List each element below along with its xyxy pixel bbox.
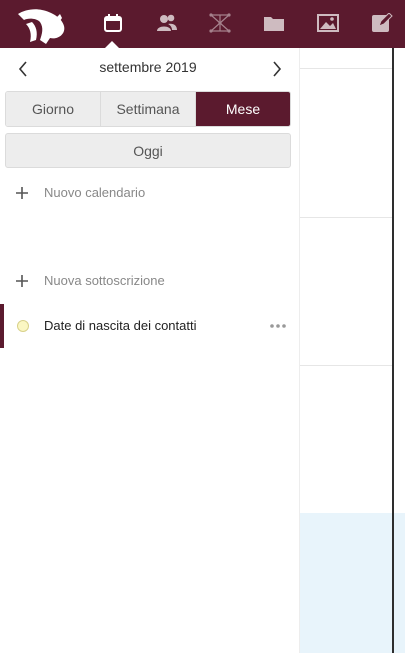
network-icon[interactable] [207,10,233,36]
plus-icon [16,275,28,287]
plus-icon [16,187,28,199]
calendar-color-dot[interactable] [17,320,29,332]
files-icon[interactable] [261,10,287,36]
calendar-icon[interactable] [100,10,126,36]
new-calendar-button[interactable]: Nuovo calendario [0,178,300,208]
today-button[interactable]: Oggi [5,133,291,168]
logo-icon[interactable] [14,4,70,46]
view-week-button[interactable]: Settimana [101,92,196,126]
grid-line [300,217,392,218]
top-bar [0,0,405,48]
app-navigation: settembre 2019 Giorno Settimana Mese Ogg… [0,48,300,653]
new-calendar-label: Nuovo calendario [44,185,146,200]
today-cell-highlight[interactable] [300,513,392,653]
current-month-label[interactable]: settembre 2019 [60,59,236,75]
more-icon[interactable] [266,316,290,336]
chevron-right-icon [273,61,282,77]
calendar-list-item[interactable]: Date di nascita dei contatti [0,304,300,348]
view-day-button[interactable]: Giorno [6,92,101,126]
calendar-name: Date di nascita dei contatti [44,318,197,333]
grid-line [300,365,392,366]
calendar-month-grid [300,48,392,653]
new-subscription-label: Nuova sottoscrizione [44,273,165,288]
today-cell-highlight-edge [394,513,405,653]
grid-line [300,68,392,69]
chevron-left-icon [18,61,27,77]
active-app-indicator [105,41,119,48]
view-month-button[interactable]: Mese [196,92,290,126]
previous-month-button[interactable] [10,56,36,82]
gallery-icon[interactable] [315,10,341,36]
calendar-active-accent [0,304,4,348]
notes-icon[interactable] [369,10,395,36]
new-subscription-button[interactable]: Nuova sottoscrizione [0,266,300,296]
month-navigation: settembre 2019 [0,48,300,88]
contacts-icon[interactable] [154,10,180,36]
next-month-button[interactable] [264,56,290,82]
view-switcher: Giorno Settimana Mese [5,91,291,127]
